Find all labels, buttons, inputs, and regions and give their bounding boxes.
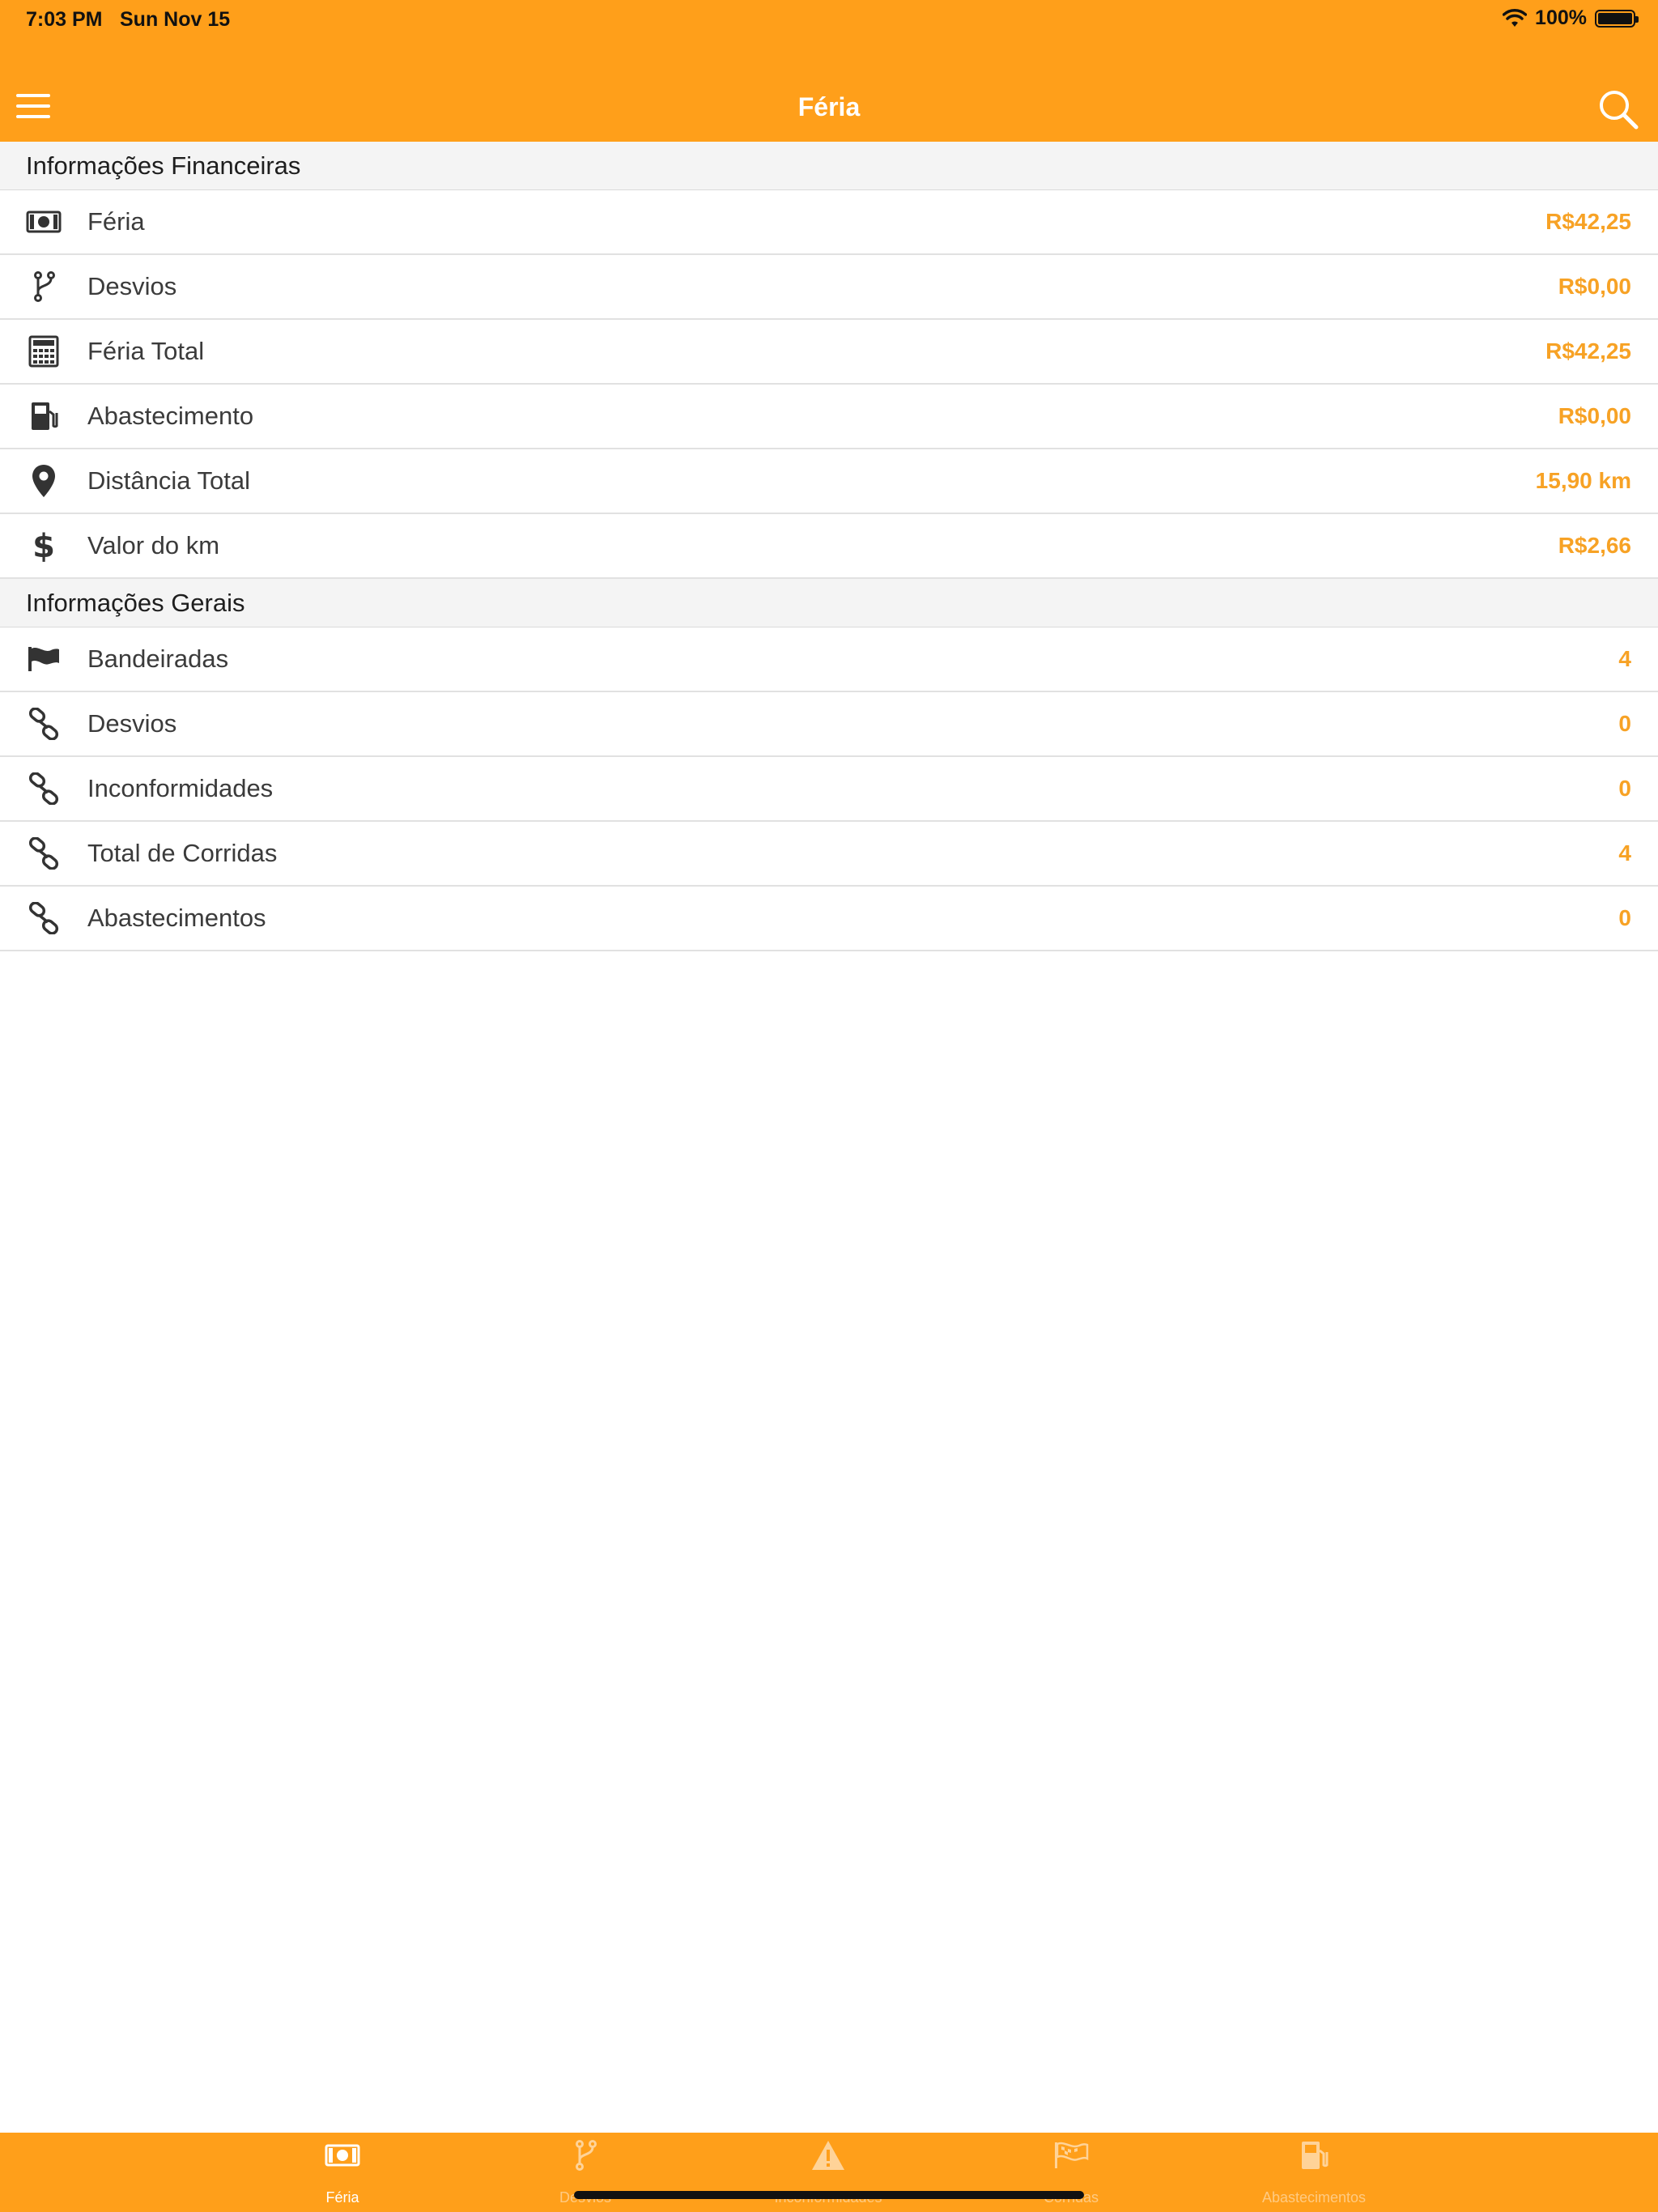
list-item-desvios-gerais[interactable]: Desvios 0 bbox=[0, 692, 1658, 757]
flag-icon bbox=[24, 640, 63, 678]
branch-icon bbox=[566, 2139, 605, 2172]
status-time: 7:03 PM bbox=[26, 8, 103, 31]
row-label: Abastecimento bbox=[87, 402, 254, 430]
battery-icon bbox=[1595, 9, 1639, 28]
tab-label: Abastecimentos bbox=[1261, 2189, 1367, 2206]
link-icon bbox=[24, 769, 63, 808]
tab-feria[interactable]: Féria bbox=[245, 2133, 440, 2212]
row-label: Bandeiradas bbox=[87, 644, 229, 673]
search-button[interactable] bbox=[1596, 87, 1640, 131]
content-list: Informações Financeiras Féria R$42,25 De… bbox=[0, 142, 1658, 951]
tab-bar: Féria Desvios Inconformidades Corridas A bbox=[0, 2133, 1658, 2212]
list-item-total-de-corridas[interactable]: Total de Corridas 4 bbox=[0, 822, 1658, 887]
search-icon bbox=[1600, 91, 1639, 130]
list-item-feria-total[interactable]: Féria Total R$42,25 bbox=[0, 320, 1658, 385]
row-value: 4 bbox=[1618, 646, 1631, 671]
row-value: 0 bbox=[1618, 905, 1631, 930]
app-root: 7:03 PM Sun Nov 15 100% Féria Informaçõe… bbox=[0, 0, 1658, 2212]
list-item-desvios-financeiro[interactable]: Desvios R$0,00 bbox=[0, 255, 1658, 320]
link-icon bbox=[24, 704, 63, 743]
row-label: Abastecimentos bbox=[87, 904, 266, 932]
location-pin-icon bbox=[24, 462, 63, 500]
section-header-general: Informações Gerais bbox=[0, 579, 1658, 627]
section-header-financial: Informações Financeiras bbox=[0, 142, 1658, 190]
tab-corridas[interactable]: Corridas bbox=[974, 2133, 1168, 2212]
row-label: Inconformidades bbox=[87, 774, 274, 802]
tab-abastecimentos[interactable]: Abastecimentos bbox=[1217, 2133, 1411, 2212]
tab-desvios[interactable]: Desvios bbox=[488, 2133, 682, 2212]
row-label: Desvios bbox=[87, 272, 177, 300]
list-item-distancia-total[interactable]: Distância Total 15,90 km bbox=[0, 449, 1658, 514]
row-value: R$42,25 bbox=[1545, 338, 1631, 364]
row-value: R$2,66 bbox=[1558, 533, 1631, 558]
home-indicator[interactable] bbox=[574, 2191, 1084, 2199]
svg-text:$: $ bbox=[33, 528, 54, 564]
wifi-icon bbox=[1503, 8, 1528, 27]
row-value: 4 bbox=[1618, 840, 1631, 866]
list-item-abastecimentos[interactable]: Abastecimentos 0 bbox=[0, 887, 1658, 951]
money-icon bbox=[323, 2139, 362, 2172]
row-value: 15,90 km bbox=[1535, 468, 1631, 493]
list-item-inconformidades[interactable]: Inconformidades 0 bbox=[0, 757, 1658, 822]
list-item-bandeiradas[interactable]: Bandeiradas 4 bbox=[0, 627, 1658, 692]
status-bar: 7:03 PM Sun Nov 15 100% bbox=[0, 0, 1658, 39]
top-bar: 7:03 PM Sun Nov 15 100% Féria bbox=[0, 0, 1658, 142]
checkered-flag-icon bbox=[1052, 2139, 1090, 2172]
status-right: 100% bbox=[1503, 6, 1639, 30]
list-item-abastecimento[interactable]: Abastecimento R$0,00 bbox=[0, 385, 1658, 449]
row-value: R$0,00 bbox=[1558, 403, 1631, 428]
row-value: R$0,00 bbox=[1558, 274, 1631, 299]
row-label: Total de Corridas bbox=[87, 839, 278, 867]
nav-bar: Féria bbox=[0, 73, 1658, 142]
dollar-icon: $ bbox=[24, 526, 63, 565]
warning-icon bbox=[809, 2139, 848, 2172]
status-date: Sun Nov 15 bbox=[120, 8, 231, 31]
calculator-icon bbox=[24, 332, 63, 371]
money-icon bbox=[24, 202, 63, 241]
fuel-icon bbox=[24, 397, 63, 436]
row-label: Desvios bbox=[87, 709, 177, 738]
branch-icon bbox=[24, 267, 63, 306]
battery-percent: 100% bbox=[1535, 6, 1587, 29]
row-label: Valor do km bbox=[87, 531, 220, 559]
link-icon bbox=[24, 899, 63, 938]
list-item-valor-do-km[interactable]: $ Valor do km R$2,66 bbox=[0, 514, 1658, 579]
page-title: Féria bbox=[797, 92, 861, 121]
row-value: 0 bbox=[1618, 776, 1631, 801]
fuel-icon bbox=[1295, 2139, 1333, 2172]
row-label: Féria bbox=[87, 207, 145, 236]
row-value: R$42,25 bbox=[1545, 209, 1631, 234]
row-label: Distância Total bbox=[87, 466, 251, 495]
tab-inconformidades[interactable]: Inconformidades bbox=[731, 2133, 925, 2212]
tab-label: Féria bbox=[325, 2189, 359, 2206]
row-label: Féria Total bbox=[87, 337, 205, 365]
list-item-feria[interactable]: Féria R$42,25 bbox=[0, 190, 1658, 255]
link-icon bbox=[24, 834, 63, 873]
row-value: 0 bbox=[1618, 711, 1631, 736]
